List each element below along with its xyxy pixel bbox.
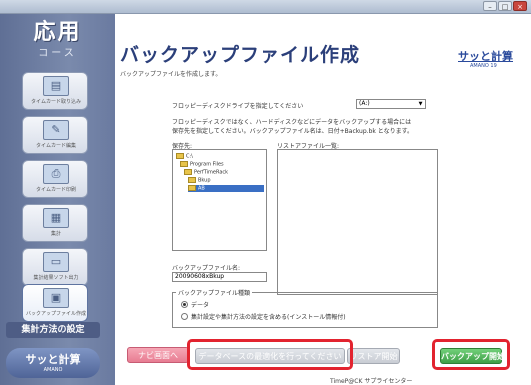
folder-icon [180, 161, 188, 167]
sidebar-item-backup[interactable]: ▣ バックアップファイル作成 [22, 284, 88, 322]
brand-sub: AMANO 19 [470, 63, 497, 69]
highlight-box-right [432, 339, 510, 370]
footer-credit: TimeP@CK サプライセンター [330, 378, 413, 385]
sidebar-item-label: 集計結果ソフト出力 [33, 275, 79, 281]
maximize-button[interactable]: □ [498, 1, 512, 11]
tree-item[interactable]: Bkup [188, 177, 211, 184]
monitor-icon: ▭ [43, 252, 69, 272]
restore-file-list[interactable] [277, 149, 438, 295]
highlight-box-left [187, 339, 353, 370]
folder-icon [188, 177, 196, 183]
tree-item[interactable]: Program Files [180, 161, 224, 168]
folder-tree[interactable]: C:\ Program Files PerfTimeRack Bkup AB [172, 149, 267, 251]
backup-form: フロッピーディスクドライブを指定してください (A:) ▼ フロッピーディスクで… [165, 90, 440, 328]
course-subtitle: コース [38, 48, 77, 59]
sidebar-item-label: バックアップファイル作成 [25, 311, 86, 317]
drive-select[interactable]: (A:) ▼ [356, 99, 426, 109]
calc-settings-button[interactable]: 集計方法の設定 [6, 322, 100, 338]
sidebar-item-timecard-edit[interactable]: ✎ タイムカード編集 [22, 116, 88, 154]
sidebar-item-timecard-import[interactable]: ▤ タイムカード取り込み [22, 72, 88, 110]
page-subtitle: バックアップファイルを作成します。 [120, 71, 222, 78]
tree-item[interactable]: PerfTimeRack [184, 169, 228, 176]
sidebar-item-label: タイムカード取り込み [31, 99, 81, 105]
window-titlebar: – □ × [0, 0, 531, 14]
sidebar-item-aggregate[interactable]: ▦ 集計 [22, 204, 88, 242]
logo-subtext: AMANO [43, 367, 63, 373]
folder-icon [176, 153, 184, 159]
drive-label: フロッピーディスクドライブを指定してください [172, 103, 304, 110]
printer-icon: ⎙ [43, 164, 69, 184]
sidebar-item-timecard-print[interactable]: ⎙ タイムカード印刷 [22, 160, 88, 198]
info-text-2: 保存先を指定してください。バックアップファイル名は、日付+Backup.bk と… [172, 128, 413, 135]
sidebar-item-export[interactable]: ▭ 集計結果ソフト出力 [22, 248, 88, 286]
radio-data[interactable] [181, 301, 188, 308]
radio-full[interactable] [181, 313, 188, 320]
page-title: バックアップファイル作成 [120, 44, 361, 66]
brand-logo: サッと計算 [458, 50, 513, 63]
folder-icon [184, 169, 192, 175]
backup-type-group: バックアップファイル種類 データ 集計設定や集計方法の設定を含める(インストール… [172, 288, 438, 328]
chevron-down-icon: ▼ [418, 101, 423, 107]
sidebar-item-label: タイムカード印刷 [36, 187, 76, 193]
tree-item[interactable]: C:\ [176, 153, 193, 160]
close-button[interactable]: × [513, 1, 527, 11]
timecard-edit-icon: ✎ [43, 120, 69, 140]
tree-item-selected[interactable]: AB [188, 185, 264, 192]
sidebar-item-label: タイムカード編集 [36, 143, 76, 149]
app-logo[interactable]: サッと計算 AMANO [6, 348, 100, 378]
filename-label: バックアップファイル名: [172, 265, 241, 272]
folder-icon [188, 185, 196, 191]
timecard-import-icon: ▤ [43, 76, 69, 96]
filename-input[interactable]: 20090608xBkup [172, 272, 267, 282]
minimize-button[interactable]: – [483, 1, 497, 11]
drive-value: (A:) [359, 100, 370, 107]
option-data-label: データ [191, 302, 210, 309]
sidebar-item-label: 集計 [50, 231, 61, 237]
option-full-label: 集計設定や集計方法の設定を含める(インストール情報付) [191, 314, 346, 321]
restore-start-button[interactable]: リストア開始 [347, 348, 400, 364]
course-header: 応用 コース [0, 14, 115, 59]
main-panel: バックアップファイル作成 バックアップファイルを作成します。 サッと計算 AMA… [115, 14, 531, 385]
info-text-1: フロッピーディスクではなく、ハードディスクなどにデータをバックアップする場合には [172, 119, 412, 126]
course-title: 応用 [33, 20, 82, 45]
calculator-icon: ▦ [43, 208, 69, 228]
logo-text: サッと計算 [25, 353, 81, 366]
backup-icon: ▣ [43, 288, 69, 308]
backup-type-label: バックアップファイル種類 [176, 288, 253, 297]
navi-screen-button[interactable]: ナビ画面へ [127, 347, 189, 363]
